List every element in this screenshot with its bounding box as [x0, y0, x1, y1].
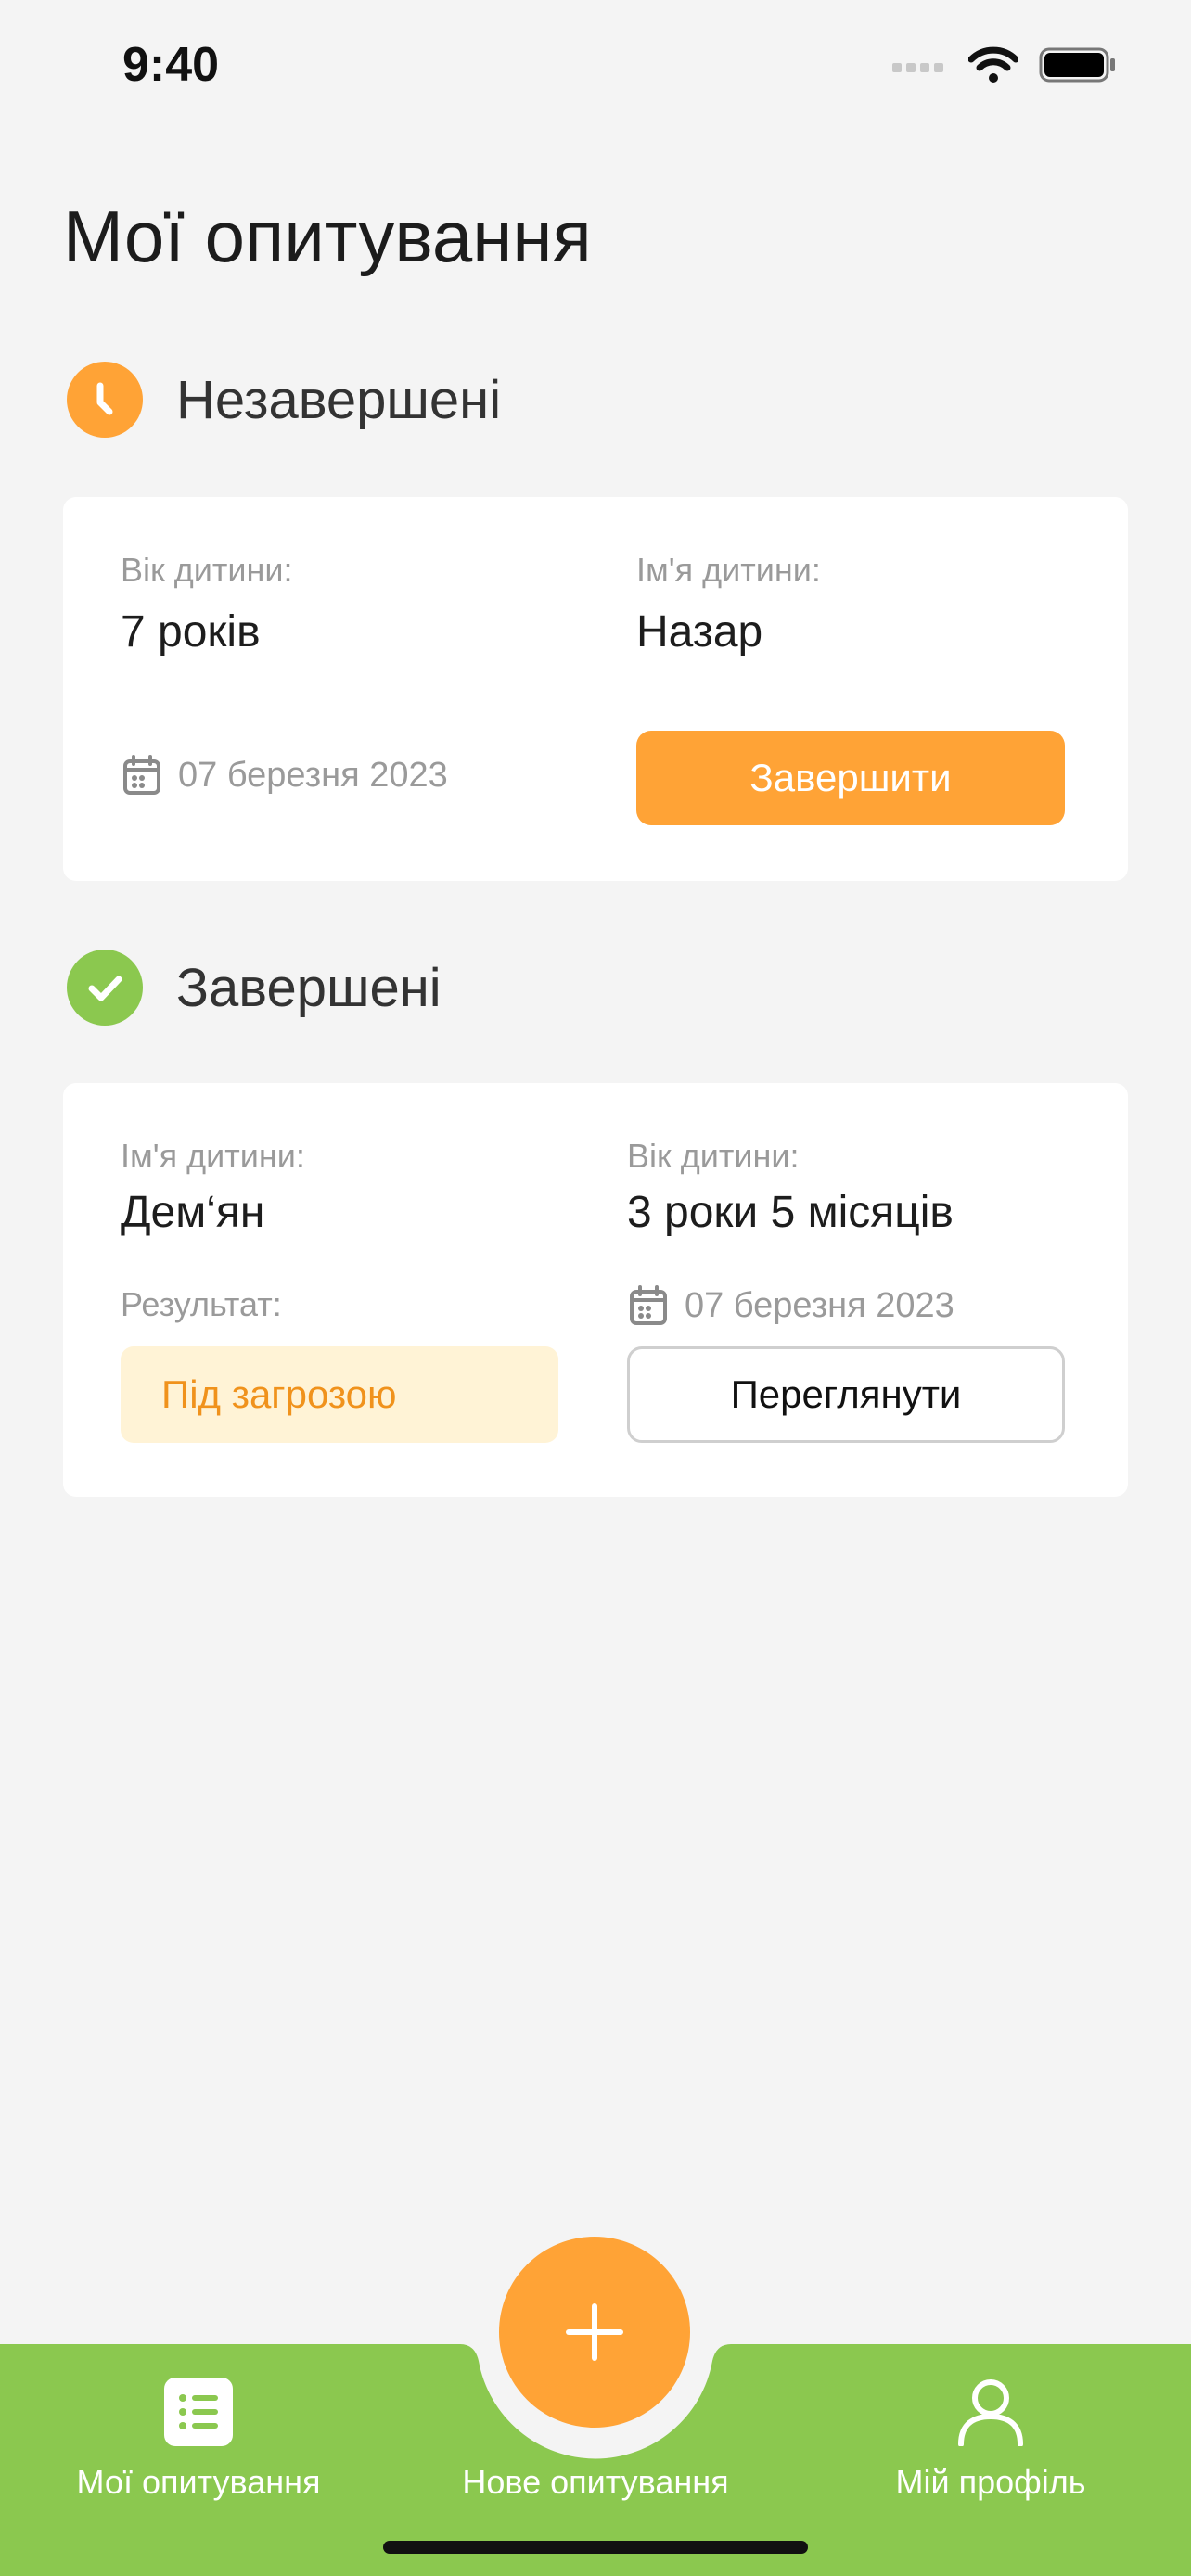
survey-date: 07 березня 2023	[122, 755, 448, 796]
child-name-value: Назар	[636, 607, 763, 657]
child-age-value: 7 років	[121, 607, 261, 657]
home-indicator	[383, 2541, 808, 2554]
section-incomplete-title: Незавершені	[176, 369, 502, 430]
survey-date-text: 07 березня 2023	[685, 1285, 954, 1325]
status-icons	[892, 46, 1117, 83]
user-icon	[958, 2379, 1023, 2446]
tab-new-survey-label: Нове опитування	[462, 2463, 729, 2501]
child-age-label: Вік дитини:	[627, 1137, 800, 1175]
survey-date-text: 07 березня 2023	[178, 755, 448, 795]
view-survey-button[interactable]: Переглянути	[627, 1346, 1065, 1443]
list-icon	[164, 2378, 233, 2446]
tab-my-profile[interactable]: Мій профіль	[863, 2376, 1119, 2502]
clock-icon	[67, 362, 143, 438]
child-age-label: Вік дитини:	[121, 551, 293, 589]
status-time: 9:40	[122, 38, 220, 92]
tab-my-profile-label: Мій профіль	[895, 2463, 1086, 2501]
tab-my-surveys-label: Мої опитування	[76, 2463, 321, 2501]
survey-card-incomplete: Вік дитини: 7 років Ім'я дитини: Назар 0…	[63, 497, 1128, 881]
result-badge: Під загрозою	[121, 1346, 558, 1443]
calendar-icon	[630, 1285, 667, 1325]
child-age-value: 3 роки 5 місяців	[627, 1188, 954, 1237]
page-title: Мої опитування	[63, 196, 592, 277]
battery-icon	[1039, 47, 1115, 83]
child-name-label: Ім'я дитини:	[121, 1137, 305, 1175]
section-complete-title: Завершені	[176, 957, 442, 1018]
tab-new-survey[interactable]: Нове опитування	[436, 2463, 755, 2502]
survey-card-complete: Ім'я дитини: Дем‘ян Вік дитини: 3 роки 5…	[63, 1083, 1128, 1497]
wifi-icon	[968, 46, 1018, 83]
new-survey-fab[interactable]	[499, 2237, 690, 2428]
check-icon	[67, 950, 143, 1026]
cellular-signal-icon	[892, 63, 943, 72]
child-name-label: Ім'я дитини:	[636, 551, 821, 589]
result-label: Результат:	[121, 1285, 282, 1323]
finish-survey-button[interactable]: Завершити	[636, 731, 1065, 825]
tab-my-surveys[interactable]: Мої опитування	[56, 2378, 341, 2502]
section-complete-header: Завершені	[67, 950, 442, 1026]
section-incomplete-header: Незавершені	[67, 362, 501, 438]
child-name-value: Дем‘ян	[121, 1188, 265, 1237]
survey-date: 07 березня 2023	[629, 1285, 954, 1326]
plus-icon	[566, 2303, 623, 2361]
calendar-icon	[123, 755, 160, 795]
app-screen: 9:40 Мої опитування Незавершені Вік дити…	[0, 0, 1191, 2576]
